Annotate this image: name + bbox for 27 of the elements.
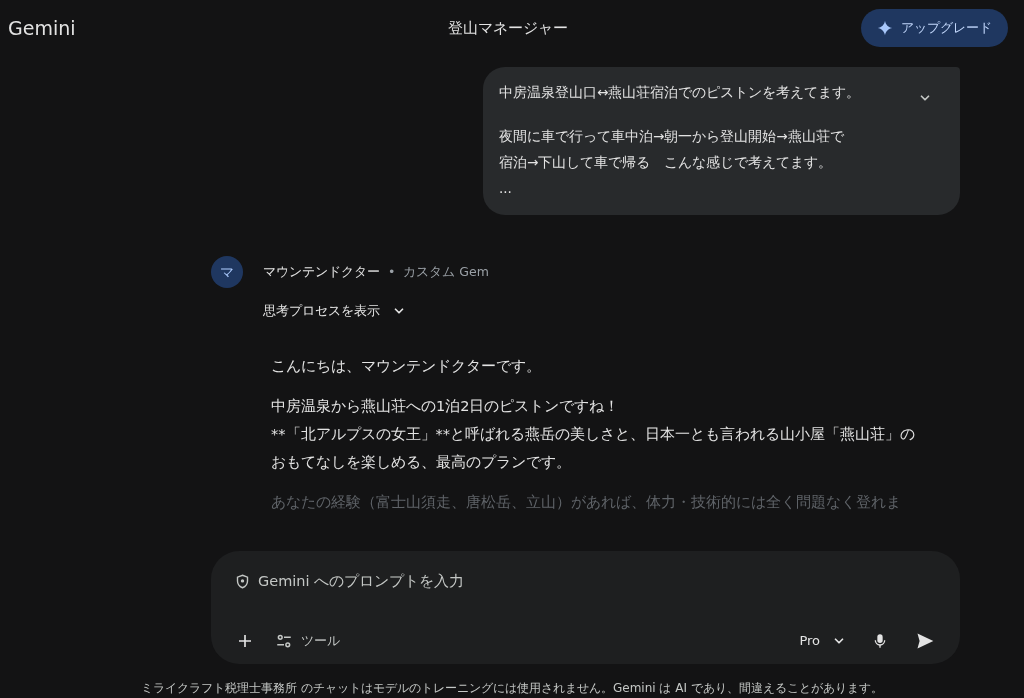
send-icon — [915, 631, 935, 651]
response-text: あなたの経験（富士山須走、唐松岳、立山）があれば、体力・技術的には全く問題なく登れま — [271, 493, 902, 512]
chat-title: 登山マネージャー — [448, 17, 568, 39]
author-name: マウンテンドクター — [263, 262, 380, 281]
brand-name[interactable]: Gemini — [8, 13, 208, 43]
response-text: 中房温泉から燕山荘への1泊2日のピストンですね！ — [271, 397, 621, 416]
thinking-toggle[interactable]: 思考プロセスを表示 — [263, 298, 406, 324]
plus-icon — [236, 632, 254, 650]
separator: • — [387, 262, 397, 281]
message-text: ... — [499, 179, 513, 198]
response-text: こんにちは、マウンテンドクターです。 — [271, 357, 542, 376]
shield-icon — [235, 574, 250, 590]
response-text: おもてなしを楽しめる、最高のプランです。 — [271, 453, 572, 472]
tools-button[interactable]: ツール — [275, 631, 340, 651]
message-text: 宿泊→下山して車で帰る こんな感じで考えてます。 — [499, 153, 834, 172]
upgrade-button[interactable]: アップグレード — [861, 9, 1008, 47]
model-selector[interactable]: Pro — [799, 631, 846, 651]
microphone-icon — [872, 632, 888, 650]
prompt-input[interactable]: Gemini へのプロンプトを入力 — [258, 571, 658, 593]
gem-label: カスタム Gem — [403, 262, 489, 281]
disclaimer-text: ミライクラフト税理士事務所 のチャットはモデルのトレーニングには使用されません。Gemini は AI であり、間違えることがあります。 — [141, 680, 883, 697]
message-text: 中房温泉登山口↔燕山荘宿泊でのピストンを考えてます。 — [499, 83, 862, 102]
sliders-icon — [275, 632, 293, 650]
sparkle-icon — [877, 20, 893, 36]
response-text: **「北アルプスの女王」**と呼ばれる燕岳の美しさと、日本一とも言われる山小屋「燕山荘」の — [271, 425, 916, 444]
avatar: マ — [211, 256, 243, 288]
message-text: 夜間に車で行って車中泊→朝一から登山開始→燕山荘で — [499, 127, 845, 146]
